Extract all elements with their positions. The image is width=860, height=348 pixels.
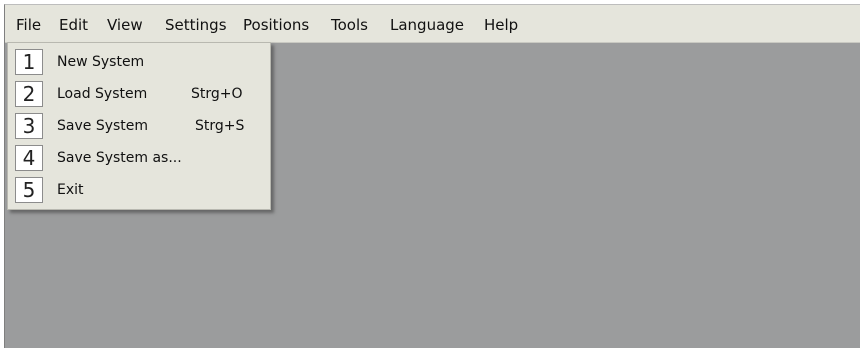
menu-item-new-system[interactable]: 1 New System (8, 46, 270, 78)
menu-item-label: Save System (57, 118, 149, 134)
menu-item-exit[interactable]: 5 Exit (8, 174, 270, 206)
menu-item-label: Load System (57, 86, 148, 102)
menu-edit[interactable]: Edit (59, 5, 88, 43)
menu-view[interactable]: View (107, 5, 143, 43)
file-dropdown-menu: 1 New System 2 Load System Strg+O 3 Save… (7, 42, 271, 210)
menu-help[interactable]: Help (484, 5, 518, 43)
step-number-badge: 1 (15, 49, 43, 75)
application-window: File Edit View Settings Positions Tools … (4, 4, 860, 348)
menu-settings[interactable]: Settings (165, 5, 227, 43)
menu-item-shortcut: Strg+S (195, 118, 245, 134)
menu-file[interactable]: File (16, 5, 41, 43)
menu-language[interactable]: Language (390, 5, 464, 43)
menu-item-save-system-as[interactable]: 4 Save System as... (8, 142, 270, 174)
menu-tools[interactable]: Tools (331, 5, 368, 43)
menu-item-save-system[interactable]: 3 Save System Strg+S (8, 110, 270, 142)
menu-item-label: Exit (57, 182, 84, 198)
menu-item-load-system[interactable]: 2 Load System Strg+O (8, 78, 270, 110)
step-number-badge: 5 (15, 177, 43, 203)
step-number-badge: 4 (15, 145, 43, 171)
menu-item-label: New System (57, 54, 145, 70)
menu-item-shortcut: Strg+O (191, 86, 243, 102)
step-number-badge: 3 (15, 113, 43, 139)
menu-item-label: Save System as... (57, 150, 182, 166)
menu-positions[interactable]: Positions (243, 5, 309, 43)
step-number-badge: 2 (15, 81, 43, 107)
menu-bar: File Edit View Settings Positions Tools … (5, 5, 860, 43)
